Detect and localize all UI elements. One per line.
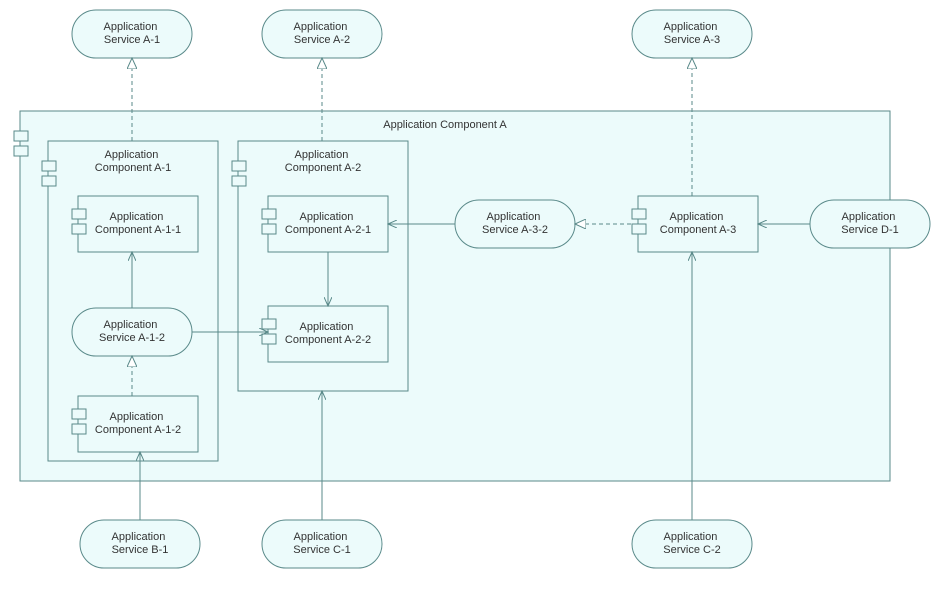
application-service-b1: Application Service B-1 [80, 520, 200, 568]
svc-a32-label: Application Service A-3-2 [482, 211, 548, 236]
svc-b1-label: Application Service B-1 [112, 531, 169, 556]
application-service-c1: Application Service C-1 [262, 520, 382, 568]
application-component-a1b: Application Component A-1-2 [72, 396, 198, 452]
application-component-a21: Application Component A-2-1 [262, 196, 388, 252]
svc-a12-label: Application Service A-1-2 [99, 319, 165, 344]
application-component-a11: Application Component A-1-1 [72, 196, 198, 252]
application-component-a22: Application Component A-2-2 [262, 306, 388, 362]
svc-a3-label: Application Service A-3 [664, 21, 721, 46]
comp-a1-label: Application Component A-1 [95, 149, 171, 174]
application-service-a2: Application Service A-2 [262, 10, 382, 58]
svc-c1-label: Application Service C-1 [293, 531, 350, 556]
application-component-a3: Application Component A-3 [632, 196, 758, 252]
svc-a1-label: Application Service A-1 [104, 21, 161, 46]
application-service-a12: Application Service A-1-2 [72, 308, 192, 356]
architecture-diagram: Application Component A Application Comp… [0, 0, 941, 614]
application-service-d1: Application Service D-1 [810, 200, 930, 248]
application-service-a1: Application Service A-1 [72, 10, 192, 58]
comp-a3-label: Application Component A-3 [660, 211, 736, 236]
application-service-a3: Application Service A-3 [632, 10, 752, 58]
comp-a2-label: Application Component A-2 [285, 149, 361, 174]
svc-c2-label: Application Service C-2 [663, 531, 720, 556]
comp-a-label: Application Component A [383, 119, 507, 131]
svc-d1-label: Application Service D-1 [841, 211, 898, 236]
application-service-a32: Application Service A-3-2 [455, 200, 575, 248]
svc-a2-label: Application Service A-2 [294, 21, 351, 46]
application-service-c2: Application Service C-2 [632, 520, 752, 568]
